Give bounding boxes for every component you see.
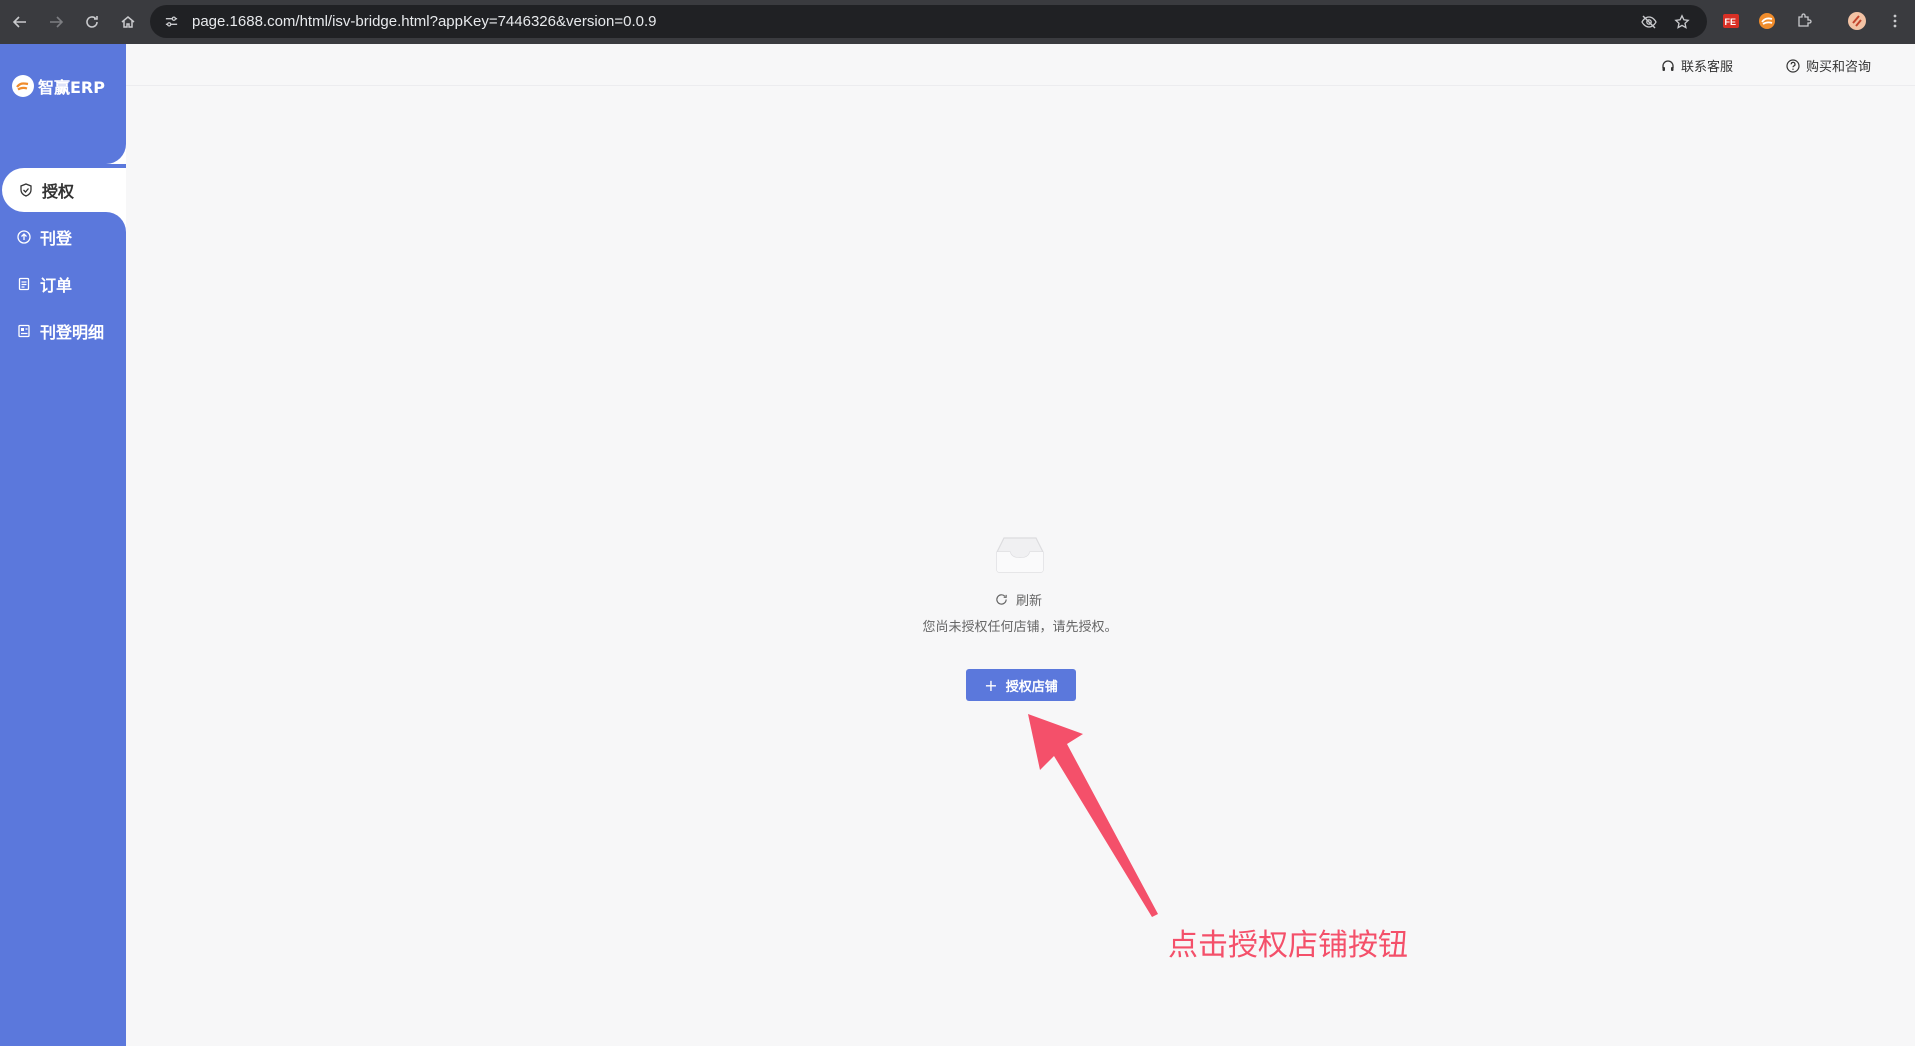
annotation-arrow-icon	[1028, 714, 1158, 917]
extension-logo-icon[interactable]	[1756, 10, 1778, 32]
sidebar-item-auth[interactable]: 授权	[2, 168, 126, 212]
shield-icon	[19, 183, 33, 197]
refresh-link[interactable]: 刷新	[995, 590, 1042, 609]
contact-support-link[interactable]: 联系客服	[1661, 56, 1733, 75]
authorize-store-button[interactable]: + 授权店铺	[966, 669, 1076, 701]
sidebar-item-label: 刊登	[40, 229, 73, 248]
help-circle-icon	[1786, 58, 1800, 73]
upload-icon	[17, 230, 31, 244]
sidebar: 智赢ERP 授权 刊登 订单 刊登明细	[0, 44, 126, 1046]
back-icon[interactable]	[6, 8, 34, 36]
sidebar-item-label: 授权	[42, 182, 75, 201]
plus-icon: +	[984, 675, 998, 695]
empty-inbox-icon	[996, 534, 1044, 574]
headset-icon	[1661, 59, 1675, 73]
puzzle-icon[interactable]	[1793, 10, 1815, 32]
sidebar-item-listing-detail[interactable]: 刊登明细	[0, 309, 126, 353]
sidebar-item-orders[interactable]: 订单	[0, 262, 126, 306]
forward-icon[interactable]	[42, 8, 70, 36]
authorize-store-label: 授权店铺	[1005, 679, 1058, 695]
app-header: 联系客服 购买和咨询	[126, 44, 1915, 86]
browser-toolbar: page.1688.com/html/isv-bridge.html?appKe…	[0, 0, 1915, 44]
brand-name: 智赢ERP	[38, 78, 105, 97]
url-text[interactable]: page.1688.com/html/isv-bridge.html?appKe…	[192, 13, 656, 30]
star-icon[interactable]	[1671, 11, 1693, 33]
detail-icon	[17, 324, 31, 338]
buy-consult-label: 购买和咨询	[1806, 60, 1872, 75]
annotation-text: 点击授权店铺按钮	[1168, 928, 1408, 963]
sidebar-item-label: 订单	[40, 276, 73, 295]
brand-logo-icon	[12, 75, 34, 97]
reload-icon[interactable]	[78, 8, 106, 36]
profile-icon[interactable]	[1846, 10, 1868, 32]
buy-consult-link[interactable]: 购买和咨询	[1786, 56, 1871, 75]
empty-message: 您尚未授权任何店铺，请先授权。	[922, 620, 1118, 635]
address-bar[interactable]: page.1688.com/html/isv-bridge.html?appKe…	[150, 5, 1707, 38]
svg-text:FE: FE	[1725, 17, 1737, 27]
sidebar-item-label: 刊登明细	[40, 323, 105, 342]
contact-support-label: 联系客服	[1681, 60, 1734, 75]
refresh-icon	[996, 594, 1007, 605]
home-icon[interactable]	[114, 8, 142, 36]
sidebar-item-listing[interactable]: 刊登	[0, 215, 126, 259]
site-info-icon[interactable]	[160, 11, 182, 33]
extension-fe-icon[interactable]: FE	[1720, 10, 1742, 32]
eye-off-icon[interactable]	[1638, 11, 1660, 33]
refresh-label: 刷新	[1016, 594, 1043, 609]
brand-logo[interactable]: 智赢ERP	[12, 74, 105, 98]
kebab-menu-icon[interactable]	[1884, 10, 1906, 32]
active-tab-notch-top	[106, 144, 126, 164]
document-icon	[17, 277, 31, 291]
